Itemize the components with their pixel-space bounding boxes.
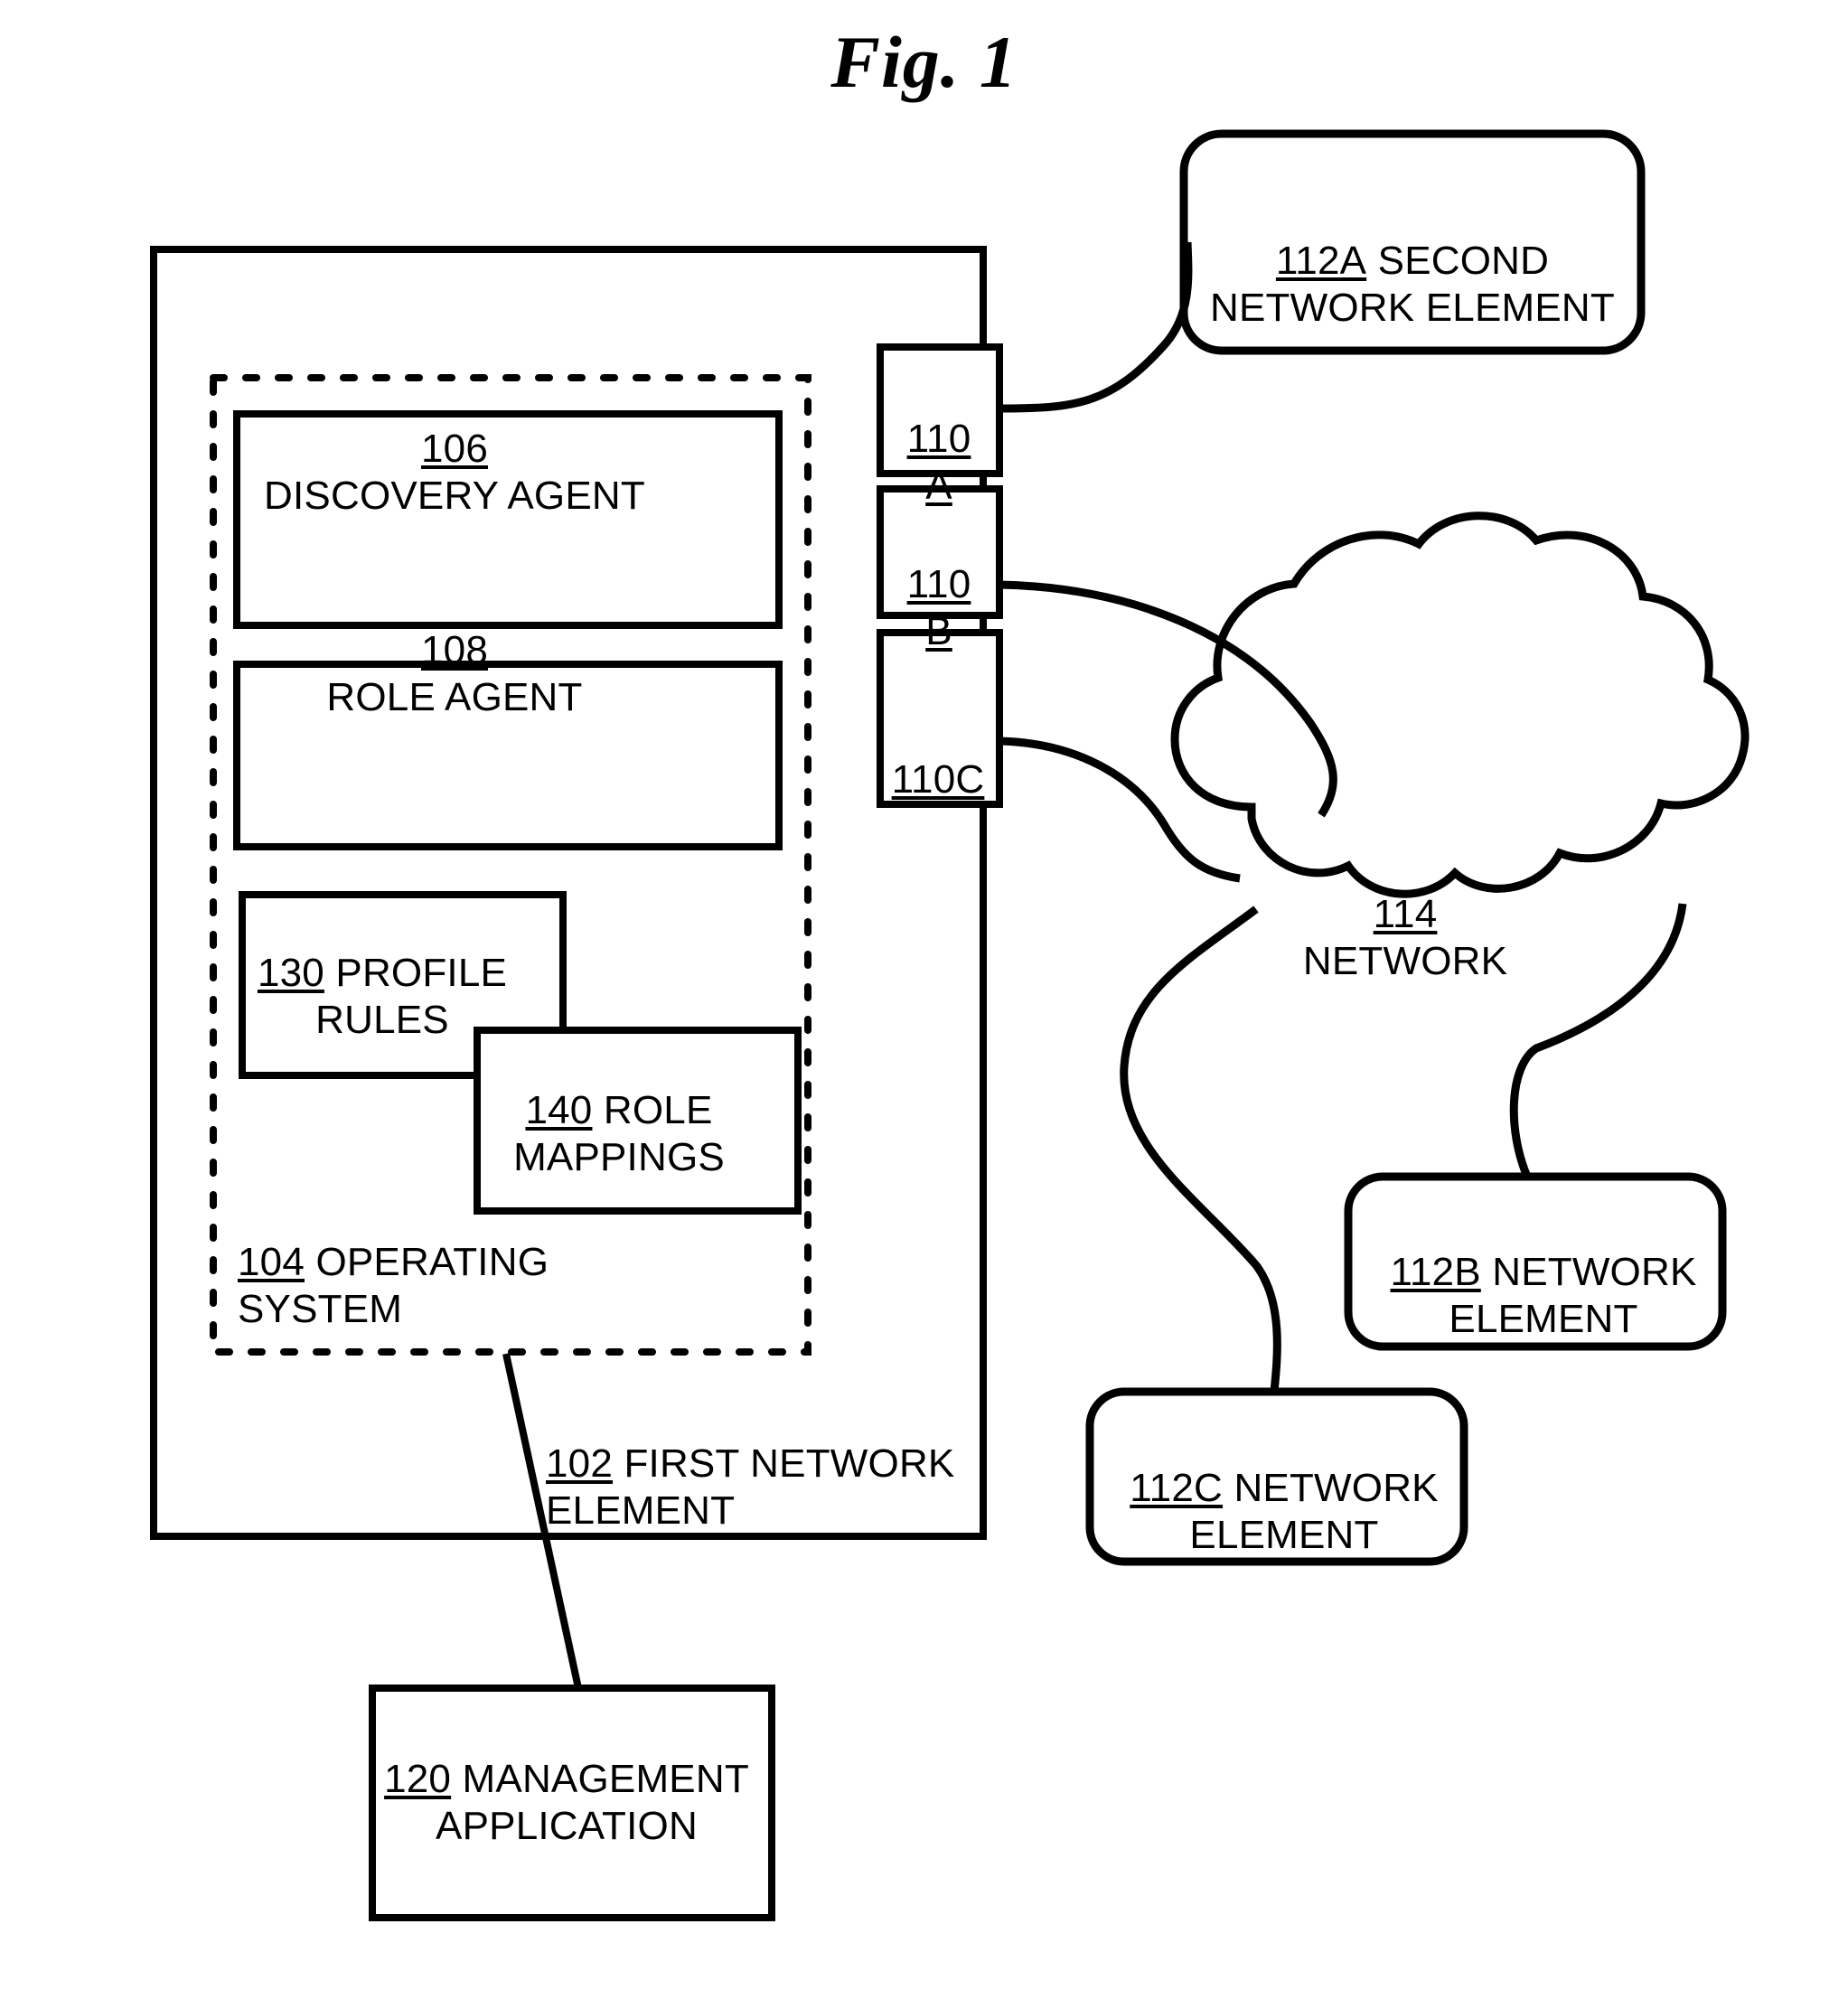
management-application-text: MANAGEMENT bbox=[462, 1757, 749, 1802]
second-network-element-ref: 112A bbox=[1275, 239, 1367, 284]
network-element-c-text: NETWORK bbox=[1234, 1466, 1439, 1511]
operating-system-text2: SYSTEM bbox=[238, 1286, 403, 1331]
port-110b-label: 110 B bbox=[881, 515, 997, 701]
role-mappings-text: ROLE bbox=[603, 1088, 713, 1133]
network-element-b-text: NETWORK bbox=[1492, 1250, 1697, 1295]
role-agent-label: 108 ROLE AGENT bbox=[233, 581, 676, 767]
discovery-agent-label: 106 DISCOVERY AGENT bbox=[233, 380, 676, 566]
operating-system-ref: 104 bbox=[238, 1240, 305, 1285]
role-mappings-ref: 140 bbox=[525, 1088, 593, 1133]
port-110c-ref: 110C bbox=[891, 757, 985, 802]
discovery-agent-text: DISCOVERY AGENT bbox=[264, 473, 645, 518]
network-cloud-shape bbox=[1170, 511, 1750, 898]
network-cloud-ref: 114 bbox=[1373, 892, 1438, 937]
port-110b-suffix: B bbox=[925, 608, 952, 653]
second-network-element-label: 112A SECOND NETWORK ELEMENT bbox=[1200, 192, 1625, 378]
profile-rules-text: PROFILE bbox=[335, 951, 508, 996]
network-element-c-ref: 112C bbox=[1130, 1466, 1223, 1511]
discovery-agent-ref: 106 bbox=[420, 427, 488, 472]
second-network-element-text2: NETWORK ELEMENT bbox=[1210, 285, 1615, 330]
figure-root: Fig. 1 106 DISCOVERY AGENT 108 ROLE AGEN… bbox=[0, 0, 1848, 1999]
network-element-c-text2: ELEMENT bbox=[1189, 1512, 1379, 1557]
network-cloud-text: NETWORK bbox=[1302, 938, 1508, 983]
profile-rules-text2: RULES bbox=[315, 997, 449, 1042]
port-110a-ref: 110 bbox=[906, 417, 971, 462]
network-cloud-label: 114 NETWORK bbox=[1283, 845, 1527, 1031]
role-mappings-text2: MAPPINGS bbox=[513, 1134, 725, 1179]
role-agent-ref: 108 bbox=[420, 628, 488, 673]
operating-system-label: 104 OPERATING SYSTEM bbox=[238, 1193, 626, 1379]
network-element-b-text2: ELEMENT bbox=[1449, 1296, 1638, 1341]
network-element-b-ref: 112B bbox=[1390, 1250, 1481, 1295]
network-element-b-label: 112B NETWORK ELEMENT bbox=[1367, 1203, 1720, 1389]
first-network-element-text: FIRST NETWORK bbox=[624, 1441, 955, 1487]
management-application-ref: 120 bbox=[384, 1757, 452, 1802]
connector-network-to-112b bbox=[1509, 903, 1687, 1178]
connector-110a-to-112a bbox=[999, 241, 1193, 413]
port-110a-suffix: A bbox=[925, 463, 952, 508]
port-110c-label: 110C bbox=[875, 710, 1001, 803]
first-network-element-label: 102 FIRST NETWORK ELEMENT bbox=[546, 1394, 971, 1581]
first-network-element-ref: 102 bbox=[546, 1441, 614, 1487]
profile-rules-ref: 130 bbox=[257, 951, 324, 996]
network-element-c-label: 112C NETWORK ELEMENT bbox=[1108, 1419, 1460, 1605]
management-application-label: 120 MANAGEMENT APPLICATION bbox=[372, 1710, 761, 1896]
first-network-element-text2: ELEMENT bbox=[546, 1488, 736, 1533]
second-network-element-text: SECOND bbox=[1377, 239, 1550, 284]
operating-system-text: OPERATING bbox=[315, 1240, 549, 1285]
connector-network-to-112c bbox=[1120, 906, 1281, 1393]
management-application-text2: APPLICATION bbox=[436, 1803, 698, 1848]
port-110b-ref: 110 bbox=[906, 562, 971, 607]
role-agent-text: ROLE AGENT bbox=[326, 674, 583, 719]
